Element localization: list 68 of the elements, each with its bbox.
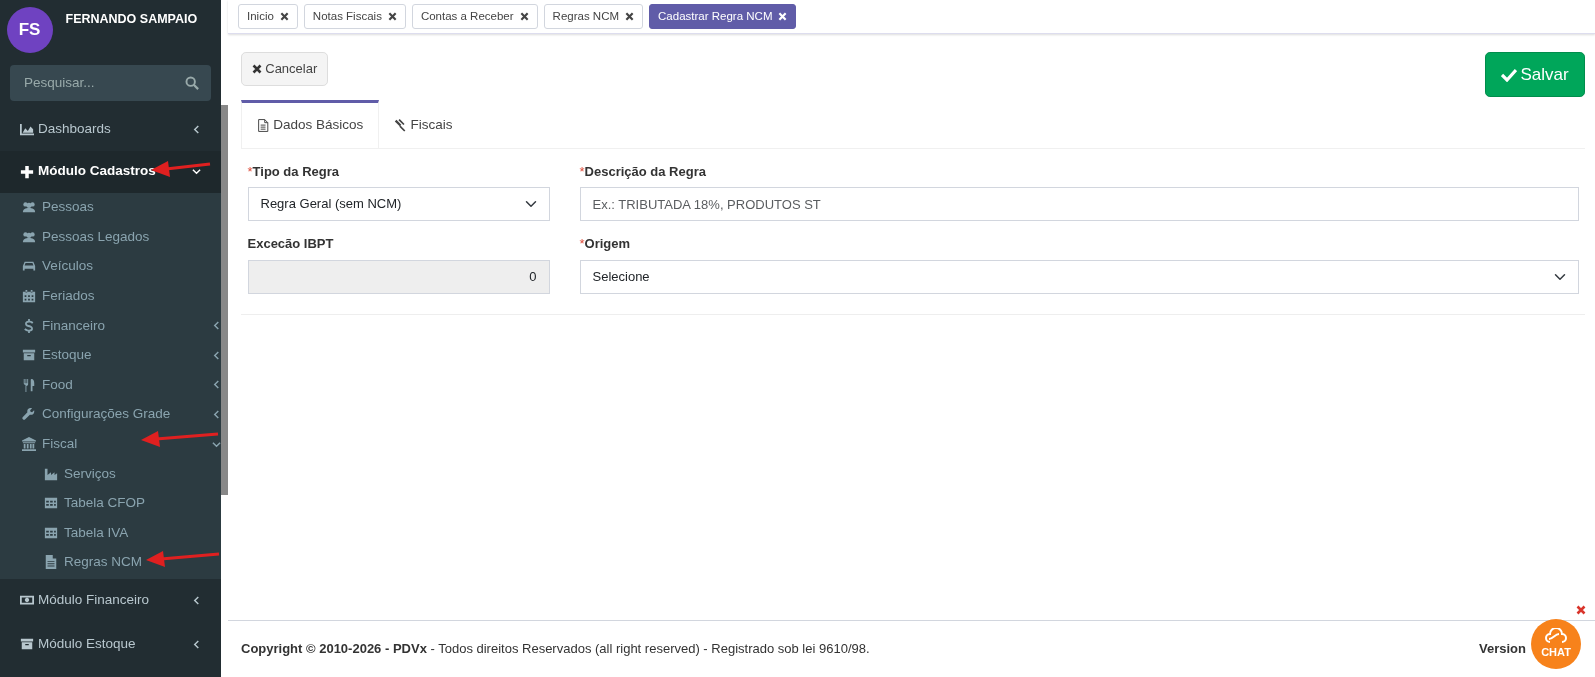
field-label: Origem: [584, 235, 631, 253]
close-icon: [519, 12, 529, 21]
wrench-icon: [22, 407, 36, 422]
scrollbar-thumb[interactable]: [221, 105, 228, 495]
input-field[interactable]: Ex.: TRIBUTADA 18%, PRODUTOS ST: [579, 187, 1579, 221]
document-icon: [44, 555, 58, 570]
open-tab[interactable]: Contas a Receber: [411, 3, 538, 30]
select-field[interactable]: Regra Geral (sem NCM): [247, 187, 550, 221]
required-mark: *: [579, 162, 585, 181]
user-name: FERNANDO SAMPAIO: [65, 10, 198, 28]
field-label: Excecão IBPT: [247, 235, 334, 253]
submenu-item[interactable]: Tabela IVA: [0, 518, 221, 548]
submenu-item[interactable]: Veículos: [0, 251, 221, 282]
submenu-item[interactable]: Food: [0, 370, 221, 400]
close-icon: [778, 12, 788, 21]
submenu-item[interactable]: Pessoas Legados: [0, 222, 221, 252]
sidebar-item[interactable]: Módulo Financeiro: [0, 579, 221, 622]
sidebar-item[interactable]: Módulo Estoque: [0, 623, 221, 666]
required-mark: *: [579, 235, 585, 253]
users-icon: [22, 200, 36, 215]
submenu-item[interactable]: Estoque: [0, 340, 221, 371]
submenu-item[interactable]: Regras NCM: [0, 547, 221, 578]
close-icon[interactable]: [1576, 605, 1586, 615]
close-icon: [387, 12, 397, 21]
plus-icon: [20, 164, 34, 179]
copyright-text: Copyright © 2010-2026 - PDVx - Todos direitos Reservados (all right reserved) - Registrado sob lei 9610/98.: [241, 640, 870, 659]
submenu-item[interactable]: Tabela CFOP: [0, 488, 221, 519]
submenu-item[interactable]: Fiscal: [0, 429, 221, 459]
archive-icon: [22, 348, 36, 363]
required-mark: *: [247, 162, 253, 181]
bank-icon: [22, 437, 36, 452]
check-icon: [1501, 67, 1518, 82]
document-icon: [257, 117, 270, 133]
table-icon: [44, 525, 58, 540]
avatar: FS: [6, 6, 53, 53]
version-label: Version: [1479, 640, 1526, 659]
close-icon: [279, 12, 289, 21]
utensils-icon: [22, 377, 36, 392]
submenu-item[interactable]: Serviços: [0, 458, 221, 489]
submenu-item[interactable]: Pessoas: [0, 192, 221, 223]
field-label: Descrição da Regra: [584, 162, 706, 181]
table-icon: [44, 496, 58, 511]
dollar-icon: [22, 318, 36, 333]
form-tab[interactable]: Fiscais: [379, 100, 468, 148]
select-field[interactable]: Selecione: [579, 259, 1579, 294]
chart-icon: [20, 122, 34, 137]
factory-icon: [44, 466, 58, 481]
search-icon: [185, 75, 199, 90]
users-icon: [22, 229, 36, 244]
open-tab[interactable]: Inicio: [238, 3, 298, 30]
open-tab[interactable]: Regras NCM: [543, 3, 644, 30]
archive-icon: [20, 637, 34, 652]
sidebar-item[interactable]: Módulo Cadastros: [0, 150, 221, 193]
calendar-icon: [22, 289, 36, 304]
submenu-item[interactable]: Feriados: [0, 281, 221, 311]
open-tab[interactable]: Notas Fiscais: [303, 3, 406, 30]
cancel-button[interactable]: Cancelar: [241, 52, 329, 86]
close-icon: [625, 12, 635, 21]
save-button[interactable]: Salvar: [1485, 52, 1585, 97]
sidebar-item[interactable]: Dashboards: [0, 108, 221, 151]
form-tab[interactable]: Dados Básicos: [241, 100, 380, 148]
open-tab[interactable]: Cadastrar Regra NCM: [649, 3, 797, 30]
submenu-item[interactable]: Financeiro: [0, 310, 221, 341]
close-icon: [252, 64, 262, 74]
field-label: Tipo da Regra: [252, 162, 339, 181]
cloud-icon: [1544, 627, 1568, 644]
submenu-item[interactable]: Configurações Grade: [0, 399, 221, 430]
search-field[interactable]: Pesquisar...: [10, 64, 211, 101]
